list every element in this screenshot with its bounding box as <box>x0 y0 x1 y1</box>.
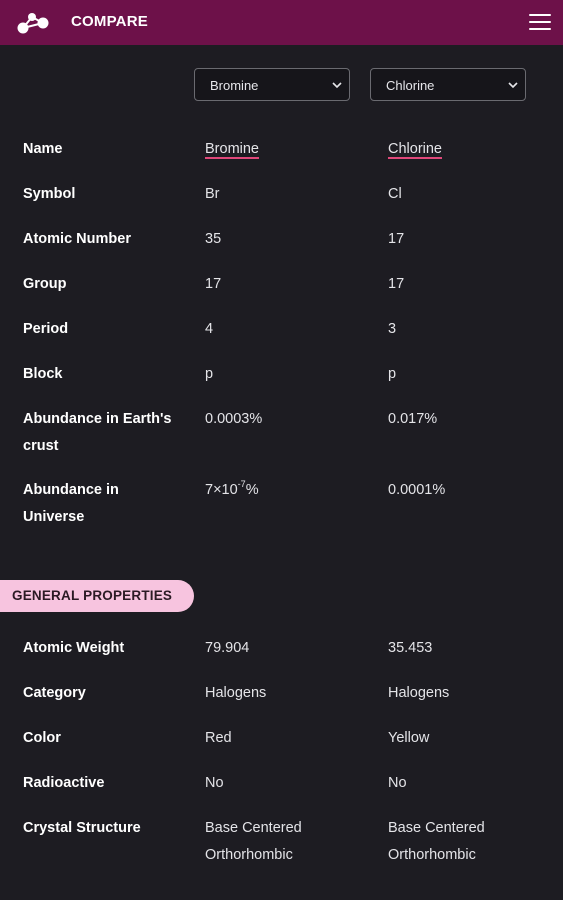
row-label-atomic-number: Atomic Number <box>23 231 131 247</box>
element-2-symbol: Cl <box>388 186 402 202</box>
element-1-atomic-number: 35 <box>205 231 222 247</box>
element-1-color: Red <box>205 730 232 746</box>
element-2-abundance-universe: 0.0001% <box>388 482 446 498</box>
section-header-general-properties: GENERAL PROPERTIES <box>0 580 194 612</box>
element-2-select[interactable]: Chlorine <box>370 68 526 101</box>
element-2-abundance-earth: 0.017% <box>388 411 438 427</box>
row-label-crystal-structure: Crystal Structure <box>23 820 141 836</box>
element-1-radioactive: No <box>205 775 224 791</box>
row-label-radioactive: Radioactive <box>23 775 105 791</box>
molecule-icon <box>17 13 49 34</box>
element-1-category: Halogens <box>205 685 267 701</box>
row-label-atomic-weight: Atomic Weight <box>23 640 125 656</box>
element-2-select-value: Chlorine <box>386 78 435 93</box>
element-2-atomic-number: 17 <box>388 231 405 247</box>
row-label-color: Color <box>23 730 61 746</box>
element-1-block: p <box>205 366 214 382</box>
row-label-group: Group <box>23 276 67 292</box>
element-1-select[interactable]: Bromine <box>194 68 350 101</box>
element-1-atomic-weight: 79.904 <box>205 640 250 656</box>
element-2-group: 17 <box>388 276 405 292</box>
element-2-atomic-weight: 35.453 <box>388 640 433 656</box>
element-2-name-link[interactable]: Chlorine <box>388 141 442 157</box>
page-title: COMPARE <box>71 13 148 30</box>
element-1-select-value: Bromine <box>210 78 259 93</box>
row-label-symbol: Symbol <box>23 186 76 202</box>
chevron-down-icon <box>508 82 518 89</box>
row-label-block: Block <box>23 366 63 382</box>
element-1-crystal-structure: Base Centered Orthorhombic <box>205 820 302 863</box>
element-1-period: 4 <box>205 321 214 337</box>
element-1-abundance-universe: 7×10-7% <box>205 479 259 498</box>
element-1-name-link[interactable]: Bromine <box>205 141 259 157</box>
element-2-crystal-structure: Base Centered Orthorhombic <box>388 820 485 863</box>
chevron-down-icon <box>332 82 342 89</box>
element-1-abundance-earth: 0.0003% <box>205 411 263 427</box>
row-label-name: Name <box>23 141 63 157</box>
element-2-color: Yellow <box>388 730 430 746</box>
top-app-bar: COMPARE <box>0 0 563 45</box>
section-title: GENERAL PROPERTIES <box>12 588 173 603</box>
row-label-abundance-universe: Abundance in Universe <box>23 482 119 525</box>
element-2-block: p <box>388 366 397 382</box>
element-2-category: Halogens <box>388 685 450 701</box>
row-label-abundance-earth: Abundance in Earth's crust <box>23 411 172 454</box>
element-2-radioactive: No <box>388 775 407 791</box>
hamburger-menu-icon[interactable] <box>529 13 551 31</box>
element-1-group: 17 <box>205 276 222 292</box>
row-label-category: Category <box>23 685 86 701</box>
element-1-symbol: Br <box>205 186 220 202</box>
row-label-period: Period <box>23 321 69 337</box>
element-2-period: 3 <box>388 321 397 337</box>
